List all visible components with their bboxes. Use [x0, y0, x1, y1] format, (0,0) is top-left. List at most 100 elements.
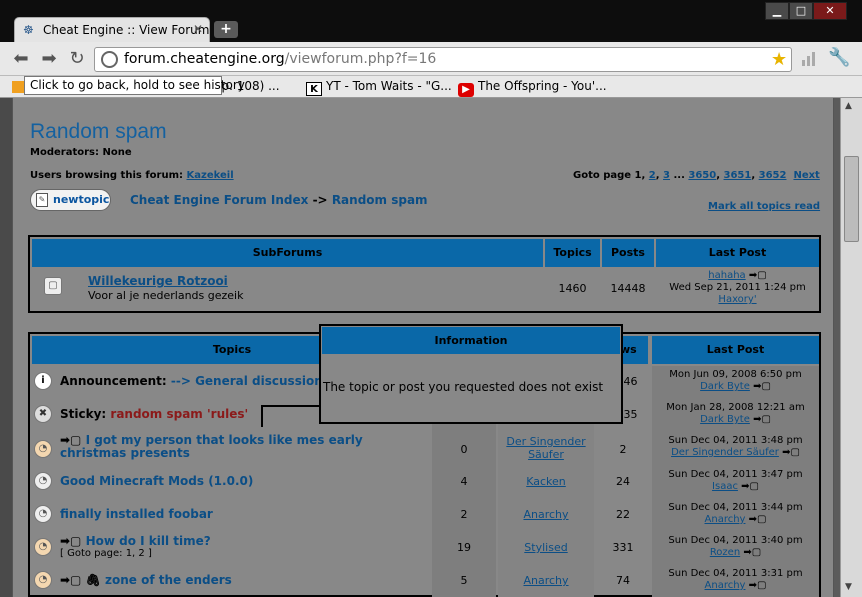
reload-icon[interactable]: ↻: [66, 48, 88, 70]
new-tab-button[interactable]: +: [214, 21, 238, 38]
breadcrumb-separator: ->: [312, 193, 328, 207]
newest-post-icon[interactable]: ➡▢ 🖇: [60, 573, 101, 587]
subforum-link[interactable]: Willekeurige Rotzooi: [88, 274, 228, 288]
back-arrow-icon[interactable]: ⬅: [10, 48, 32, 70]
newest-post-icon[interactable]: ➡▢: [60, 433, 81, 447]
last-post-author-link[interactable]: Haxory': [656, 294, 819, 306]
goto-post-icon[interactable]: ➡▢: [741, 481, 759, 492]
browsing-user-link[interactable]: Kazekeil: [187, 170, 234, 181]
last-post-date: Wed Sep 21, 2011 1:24 pm: [669, 282, 806, 293]
last-post-cell: Sun Dec 04, 2011 3:31 pm Anarchy ➡▢: [652, 568, 819, 592]
scroll-down-icon[interactable]: ▼: [845, 582, 852, 592]
topic-title: I got my person that looks like mes earl…: [60, 433, 363, 460]
last-post-user-link[interactable]: Der Singender Säufer: [671, 447, 779, 458]
subforum-topics-count: 1460: [558, 282, 587, 295]
goto-page-link[interactable]: 3650: [688, 170, 716, 181]
goto-post-icon[interactable]: ➡▢: [749, 514, 767, 525]
close-window-button[interactable]: ✕: [813, 2, 847, 20]
topic-folder-icon: ◔: [34, 472, 52, 490]
table-row: ◔ finally installed foobar 2 Anarchy 22 …: [30, 499, 819, 532]
wrench-icon[interactable]: 🔧: [828, 47, 850, 68]
views-count: 2: [619, 443, 627, 456]
tab-cheat-engine[interactable]: ☸ Cheat Engine :: View Forum ✕: [14, 17, 210, 42]
bookmark-star-icon[interactable]: ★: [771, 49, 787, 70]
topic-author-link[interactable]: Anarchy: [498, 508, 594, 521]
newest-post-icon[interactable]: ➡▢: [60, 534, 81, 548]
mark-all-read-link[interactable]: Mark all topics read: [708, 201, 820, 212]
minimize-button[interactable]: ▁: [765, 2, 789, 20]
subforum-last-post: hahaha ➡▢ Wed Sep 21, 2011 1:24 pm Haxor…: [656, 270, 819, 306]
maximize-button[interactable]: □: [789, 2, 813, 20]
scroll-up-icon[interactable]: ▲: [845, 101, 852, 111]
last-post-user-link[interactable]: hahaha: [708, 270, 745, 281]
topic-title-link[interactable]: finally installed foobar: [60, 507, 213, 521]
back-tooltip: Click to go back, hold to see history: [24, 76, 245, 95]
replies-count: 19: [457, 541, 471, 554]
table-row: ◔ ➡▢ I got my person that looks like mes…: [30, 432, 819, 466]
topic-title-link[interactable]: Good Minecraft Mods (1.0.0): [60, 474, 253, 488]
goto-post-icon[interactable]: ➡▢: [749, 270, 767, 281]
page-left-margin: [0, 98, 12, 597]
topic-title-link[interactable]: ➡▢ 🖇 zone of the enders: [60, 573, 232, 587]
last-post-cell: Mon Jun 09, 2008 6:50 pm Dark Byte ➡▢: [652, 369, 819, 393]
goto-page-link[interactable]: 3: [663, 170, 670, 181]
last-post-date: Sun Dec 04, 2011 3:31 pm: [668, 568, 803, 579]
goto-page-link[interactable]: 2: [649, 170, 656, 181]
bookmark-item-2[interactable]: K YT - Tom Waits - "G...: [306, 79, 452, 96]
globe-icon: [101, 51, 118, 68]
replies-count: 4: [460, 475, 468, 488]
goto-post-icon[interactable]: ➡▢: [753, 381, 771, 392]
goto-post-icon[interactable]: ➡▢: [743, 547, 761, 558]
last-post-user-link[interactable]: Anarchy: [705, 580, 746, 591]
breadcrumb-current-link[interactable]: Random spam: [332, 193, 428, 207]
page-bars-icon[interactable]: [800, 50, 818, 68]
topic-prefix: Announcement:: [60, 374, 167, 388]
browsing-label: Users browsing this forum:: [30, 170, 184, 181]
last-post-user-link[interactable]: Dark Byte: [700, 381, 750, 392]
views-count: 24: [616, 475, 630, 488]
last-post-cell: Sun Dec 04, 2011 3:44 pm Anarchy ➡▢: [652, 502, 819, 526]
posts-header: Posts: [602, 239, 654, 267]
bookmark-label: YT - Tom Waits - "G...: [326, 79, 452, 93]
last-post-user-link[interactable]: Rozen: [710, 547, 740, 558]
cheat-engine-favicon-icon: ☸: [23, 23, 34, 37]
topic-goto-pages[interactable]: [ Goto page: 1, 2 ]: [60, 548, 152, 559]
new-topic-button[interactable]: ✎ newtopic: [30, 189, 111, 211]
last-post-user-link[interactable]: Isaac: [712, 481, 738, 492]
information-popup-title: Information: [322, 327, 620, 354]
forum-page: Random spam Moderators: None Users brows…: [12, 98, 834, 597]
forum-title[interactable]: Random spam: [30, 120, 167, 144]
goto-post-icon[interactable]: ➡▢: [749, 580, 767, 591]
info-icon: i: [34, 372, 52, 390]
pencil-icon: ✎: [36, 193, 48, 207]
topic-author-link[interactable]: Stylised: [498, 541, 594, 554]
information-popup: Information The topic or post you reques…: [319, 324, 623, 424]
bookmark-item-3[interactable]: ▶ The Offspring - You'...: [458, 79, 607, 97]
vertical-scrollbar[interactable]: ▲ ▼: [840, 98, 862, 597]
last-post-header: Last Post: [656, 239, 819, 267]
users-browsing: Users browsing this forum: Kazekeil: [30, 170, 234, 181]
last-post-user-link[interactable]: Anarchy: [705, 514, 746, 525]
topic-title-link[interactable]: ➡▢ I got my person that looks like mes e…: [60, 434, 430, 460]
goto-post-icon[interactable]: ➡▢: [753, 414, 771, 425]
breadcrumb-root-link[interactable]: Cheat Engine Forum Index: [130, 193, 308, 207]
goto-next-link[interactable]: Next: [793, 170, 819, 181]
topic-title-link[interactable]: Announcement: --> General discussion: [60, 374, 323, 388]
last-post-user-link[interactable]: Dark Byte: [700, 414, 750, 425]
forward-arrow-icon[interactable]: ➡: [38, 48, 60, 70]
topic-author-link[interactable]: Kacken: [498, 475, 594, 488]
address-bar[interactable]: forum.cheatengine.org/viewforum.php?f=16…: [94, 47, 792, 72]
goto-post-icon[interactable]: ➡▢: [782, 447, 800, 458]
goto-label: Goto page: [573, 170, 632, 181]
topic-author-link[interactable]: Der Singender Säufer: [498, 435, 594, 461]
topic-title-link[interactable]: Sticky: random spam 'rules': [60, 407, 248, 421]
topic-title-link[interactable]: ➡▢ How do I kill time?: [60, 534, 211, 548]
subforums-header: SubForums: [32, 239, 543, 267]
goto-page-link[interactable]: 3651: [724, 170, 752, 181]
tab-close-icon[interactable]: ✕: [193, 22, 203, 36]
scrollbar-thumb[interactable]: [844, 156, 859, 242]
goto-page-link[interactable]: 3652: [759, 170, 787, 181]
subforums-table: SubForums Topics Posts Last Post ▢ Wille…: [28, 235, 821, 313]
youtube-icon: ▶: [458, 83, 474, 97]
topic-author-link[interactable]: Anarchy: [498, 574, 594, 587]
